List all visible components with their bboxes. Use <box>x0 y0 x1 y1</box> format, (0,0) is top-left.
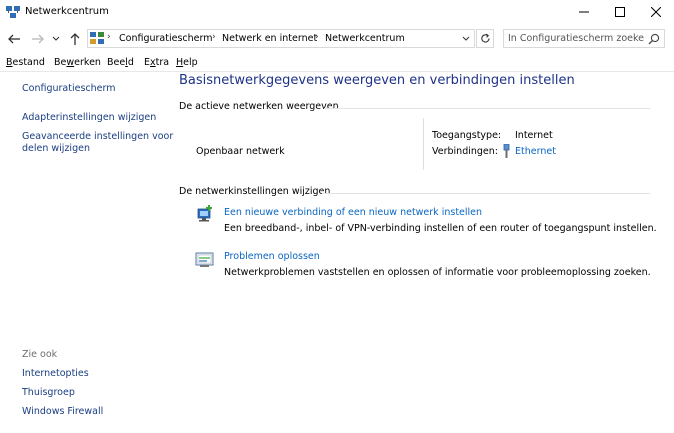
network-name: Openbaar netwerk <box>196 146 285 157</box>
title-bar: Netwerkcentrum <box>0 0 674 26</box>
new-connection-link[interactable]: Een nieuwe verbinding of een nieuw netwe… <box>224 207 482 218</box>
sidebar-link-internet-options[interactable]: Internetopties <box>22 368 89 380</box>
up-button[interactable] <box>66 30 84 48</box>
recent-locations-button[interactable] <box>50 30 62 48</box>
page-title: Basisnetwerkgegevens weergeven en verbin… <box>179 73 575 88</box>
close-icon <box>651 7 661 17</box>
control-panel-icon <box>90 32 104 44</box>
sidebar-link-change-adapter-settings[interactable]: Adapterinstellingen wijzigen <box>22 112 156 124</box>
troubleshoot-description: Netwerkproblemen vaststellen en oplossen… <box>224 267 651 278</box>
refresh-icon <box>480 33 490 43</box>
access-type-label: Toegangstype: <box>432 130 502 141</box>
breadcrumb-separator: › <box>107 32 111 42</box>
ethernet-icon <box>503 144 510 158</box>
forward-button[interactable] <box>29 30 47 48</box>
breadcrumb-separator: › <box>315 32 319 42</box>
address-bar[interactable]: › Configuratiescherm › Netwerk en intern… <box>87 29 475 48</box>
menu-beeld[interactable]: Beeld <box>107 57 134 68</box>
troubleshoot-link[interactable]: Problemen oplossen <box>224 251 320 262</box>
close-button[interactable] <box>638 0 674 24</box>
breadcrumb-network-center[interactable]: Netwerkcentrum <box>325 33 405 44</box>
search-box[interactable] <box>503 29 665 48</box>
refresh-button[interactable] <box>476 29 494 48</box>
menu-bestand[interactable]: Bestand <box>6 57 45 68</box>
connections-label: Verbindingen: <box>432 146 498 157</box>
search-icon[interactable] <box>648 33 660 45</box>
network-settings-heading: De netwerkinstellingen wijzigen <box>179 186 331 197</box>
breadcrumb-control-panel[interactable]: Configuratiescherm <box>119 33 212 44</box>
ethernet-link[interactable]: Ethernet <box>515 146 556 157</box>
breadcrumb-network-internet[interactable]: Netwerk en internet <box>222 33 317 44</box>
see-also-label: Zie ook <box>22 349 58 360</box>
back-arrow-icon <box>8 34 20 44</box>
sidebar-link-control-panel-home[interactable]: Configuratiescherm <box>22 83 115 95</box>
sidebar-link-advanced-sharing-settings[interactable]: Geavanceerde instellingen voor <box>22 131 173 143</box>
new-connection-icon <box>197 205 212 222</box>
forward-arrow-icon <box>32 34 44 44</box>
sidebar-link-windows-firewall[interactable]: Windows Firewall <box>22 406 103 418</box>
sidebar-link-homegroup[interactable]: Thuisgroep <box>22 387 75 399</box>
window-title: Netwerkcentrum <box>25 6 109 17</box>
network-center-icon <box>6 6 20 18</box>
menu-bar: Bestand Bewerken Beeld Extra Help <box>0 55 674 72</box>
chevron-down-icon <box>462 36 470 41</box>
section-divider <box>322 193 650 194</box>
search-input[interactable] <box>508 32 644 45</box>
new-connection-description: Een breedband-, inbel- of VPN-verbinding… <box>224 223 657 234</box>
minimize-button[interactable] <box>566 0 602 24</box>
maximize-button[interactable] <box>602 0 638 24</box>
sidebar-link-advanced-sharing-settings-cont[interactable]: delen wijzigen <box>22 143 90 155</box>
address-dropdown[interactable] <box>460 32 472 45</box>
chevron-down-icon <box>52 36 60 41</box>
maximize-icon <box>615 7 625 17</box>
menu-extra[interactable]: Extra <box>144 57 169 68</box>
section-divider <box>324 108 650 109</box>
minimize-icon <box>579 11 589 13</box>
active-networks-heading: De actieve netwerken weergeven <box>179 101 339 112</box>
access-type-value: Internet <box>515 130 553 141</box>
menu-help[interactable]: Help <box>176 57 198 68</box>
vertical-divider <box>423 118 424 170</box>
back-button[interactable] <box>5 30 23 48</box>
breadcrumb-separator: › <box>212 32 216 42</box>
troubleshoot-icon <box>195 252 214 267</box>
up-arrow-icon <box>70 33 80 45</box>
menu-bewerken[interactable]: Bewerken <box>54 57 101 68</box>
